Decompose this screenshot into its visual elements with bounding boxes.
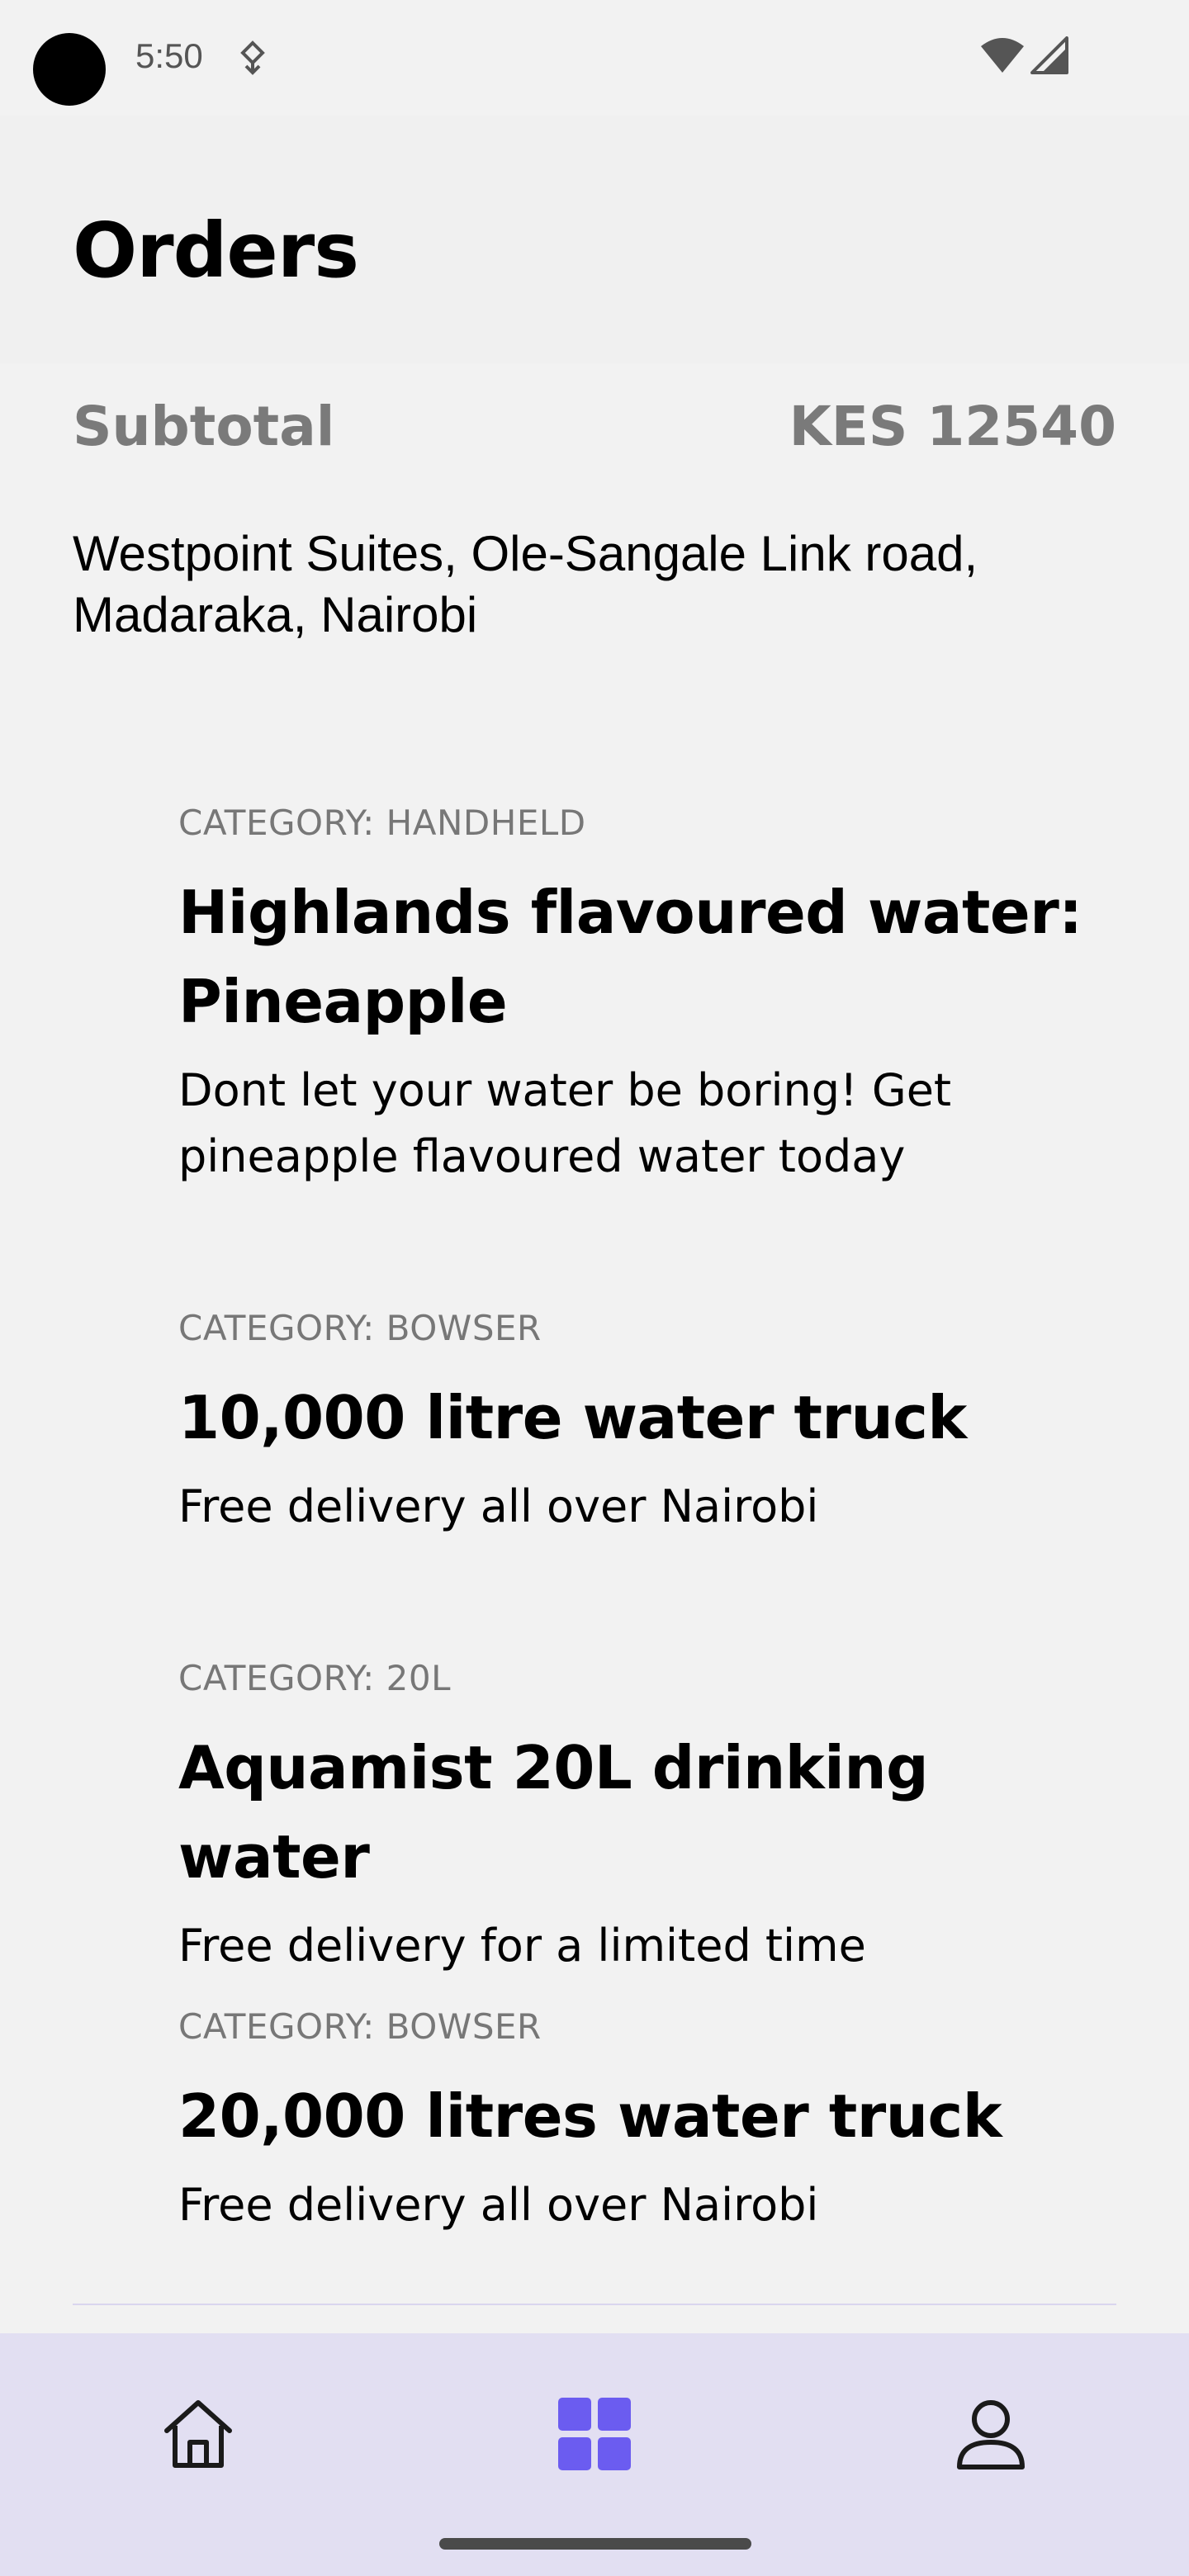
address-line-1: Westpoint Suites, Ole-Sangale Link road,	[73, 526, 978, 581]
order-description: Free delivery for a limited time	[178, 1920, 866, 1972]
app-header: Orders	[0, 116, 1189, 363]
nav-orders-button[interactable]	[545, 2384, 644, 2484]
status-bar: 5:50	[0, 0, 1189, 116]
order-title: Aquamist 20L drinking water	[178, 1733, 929, 1892]
nav-profile-button[interactable]	[941, 2384, 1040, 2484]
order-description: Dont let your water be boring! Get pinea…	[178, 1064, 952, 1182]
order-item[interactable]: CATEGORY: 20L Aquamist 20L drinking wate…	[178, 1658, 1128, 1979]
order-item[interactable]: CATEGORY: BOWSER 10,000 litre water truc…	[178, 1308, 1128, 1540]
page-title: Orders	[73, 206, 359, 295]
person-icon	[957, 2400, 1025, 2469]
order-title: Highlands flavoured water: Pineapple	[178, 878, 1082, 1036]
list-divider	[73, 2304, 1116, 2305]
order-category: CATEGORY: BOWSER	[178, 2006, 542, 2047]
order-description: Free delivery all over Nairobi	[178, 2179, 819, 2231]
order-item[interactable]: CATEGORY: BOWSER 20,000 litres water tru…	[178, 2006, 1128, 2238]
grid-icon	[558, 2398, 631, 2470]
data-saver-icon	[240, 40, 265, 75]
status-time: 5:50	[135, 36, 203, 75]
order-title: 10,000 litre water truck	[178, 1383, 967, 1452]
subtotal-label: Subtotal	[73, 395, 335, 458]
cell-signal-icon	[1030, 36, 1068, 74]
address-line-2: Madaraka, Nairobi	[73, 587, 478, 642]
delivery-address: Westpoint Suites, Ole-Sangale Link road,…	[73, 523, 1116, 646]
order-item[interactable]: CATEGORY: HANDHELD Highlands flavoured w…	[178, 803, 1128, 1190]
camera-cutout	[33, 33, 106, 106]
order-description: Free delivery all over Nairobi	[178, 1480, 819, 1532]
order-title: 20,000 litres water truck	[178, 2081, 1002, 2151]
subtotal-value: KES 12540	[789, 395, 1116, 458]
order-category: CATEGORY: BOWSER	[178, 1308, 542, 1348]
order-category: CATEGORY: HANDHELD	[178, 803, 586, 843]
subtotal-row: Subtotal KES 12540	[73, 395, 1116, 477]
wifi-icon	[981, 38, 1024, 73]
order-category: CATEGORY: 20L	[178, 1658, 452, 1698]
nav-home-button[interactable]	[149, 2384, 248, 2484]
gesture-home-indicator[interactable]	[439, 2538, 751, 2550]
bottom-navigation	[0, 2333, 1189, 2576]
home-icon	[164, 2400, 232, 2468]
